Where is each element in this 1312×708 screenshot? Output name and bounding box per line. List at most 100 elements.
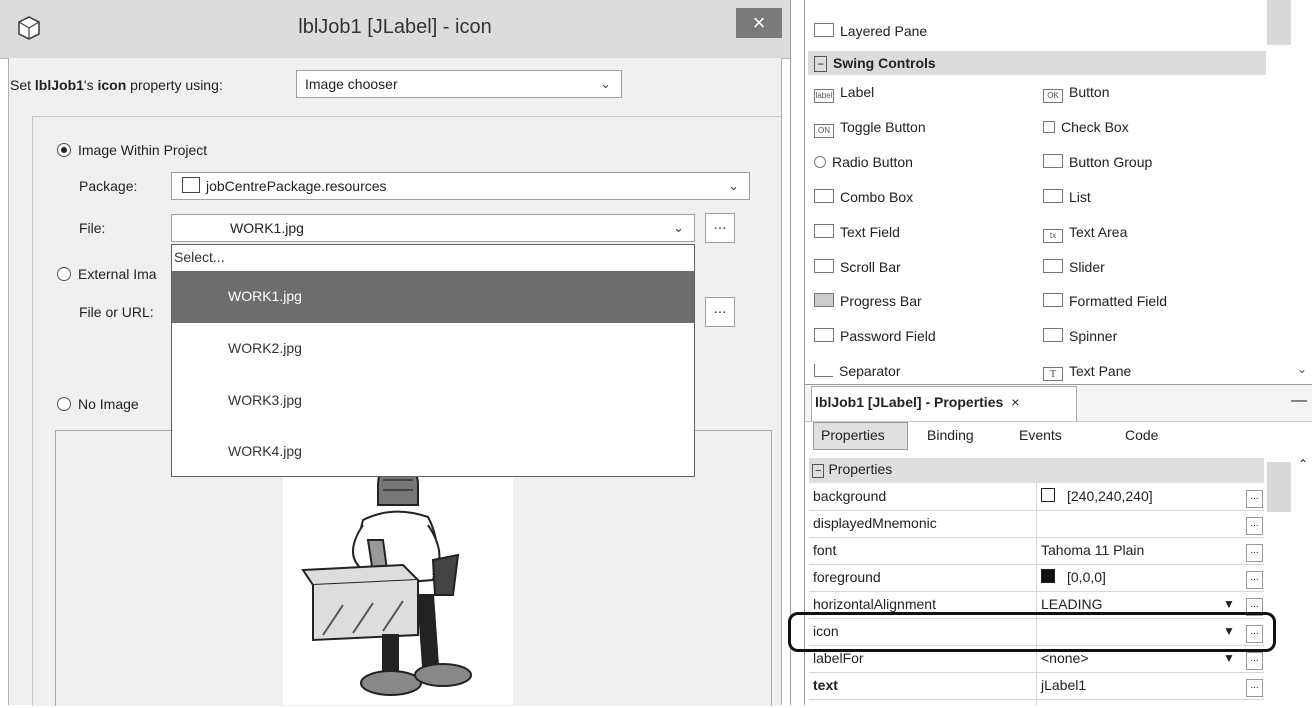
property-value[interactable]: [0,0,0] [1041,569,1106,585]
palette-item-label: Text Field [840,224,900,240]
palette-item-spinner[interactable]: Spinner [1043,328,1117,344]
palette-item-label-component[interactable]: label Label [814,84,874,103]
radio-external-image-label: External Ima [78,266,157,282]
properties-section[interactable]: − Properties [812,461,893,478]
combo-box-icon [814,189,834,203]
palette-item-label: Button [1069,84,1110,100]
caption-suffix: property using: [126,77,223,93]
palette-item-text-area[interactable]: tx Text Area [1043,224,1127,243]
dropdown-option-work3[interactable]: WORK3.jpg [172,375,694,427]
radio-no-image[interactable] [57,397,71,411]
property-row-foreground[interactable]: foreground [0,0,0] ... [809,564,1264,592]
dropdown-option-work1-selected[interactable]: WORK1.jpg [172,271,694,323]
palette-item-label: Separator [839,363,901,379]
property-editor-button[interactable]: ... [1246,490,1263,508]
palette-item-radio-button[interactable]: Radio Button [814,154,913,170]
radio-external-image[interactable] [57,267,71,281]
file-browse-button[interactable]: ... [705,213,735,243]
palette-item-label: Progress Bar [840,293,922,309]
url-browse-button[interactable]: ... [705,297,735,327]
properties-section-label: Properties [828,461,893,477]
palette-item-combo-box[interactable]: Combo Box [814,189,913,205]
radio-no-image-label: No Image [78,396,139,412]
spinner-icon [1043,328,1063,342]
palette-item-label: Combo Box [840,189,914,205]
palette-item-text-pane[interactable]: T Text Pane [1043,363,1131,381]
property-value[interactable]: [240,240,240] [1041,488,1153,504]
dialog-titlebar[interactable]: lblJob1 [JLabel] - icon × [0,0,790,59]
palette-scrollbar-thumb[interactable] [1267,0,1291,45]
dropdown-option-work4[interactable]: WORK4.jpg [172,427,694,477]
separator-icon [814,364,833,377]
file-dropdown-list[interactable]: Select... WORK1.jpg WORK2.jpg WORK3.jpg … [171,244,695,477]
property-value-text: [240,240,240] [1067,488,1153,504]
property-value[interactable]: Tahoma 11 Plain [1041,542,1144,558]
palette-item-text-field[interactable]: Text Field [814,224,900,240]
caption-mid: 's [83,77,98,93]
tab-properties-label: Properties [821,427,885,443]
tab-events[interactable]: Events [1019,427,1062,443]
dialog-title: lblJob1 [JLabel] - icon [298,16,492,38]
dropdown-arrow-icon[interactable]: ▼ [1223,597,1235,611]
palette-item-toggle-button[interactable]: ON Toggle Button [814,119,926,138]
checkbox-icon [1043,121,1055,133]
palette-item-formatted-field[interactable]: Formatted Field [1043,293,1167,309]
property-editor-button[interactable]: ... [1246,544,1263,562]
palette-item-layered-pane[interactable]: Layered Pane [814,23,927,39]
palette-item-label: Spinner [1069,328,1118,344]
dropdown-arrow-icon[interactable]: ▼ [1223,651,1235,665]
tab-code[interactable]: Code [1125,427,1158,443]
properties-scrollbar-thumb[interactable] [1267,462,1291,512]
package-folder-icon [182,177,200,193]
package-select[interactable]: jobCentrePackage.resources ⌄ [171,172,750,200]
dropdown-option-select[interactable]: Select... [172,249,696,271]
palette-item-list[interactable]: List [1043,189,1091,205]
label-icon: label [814,89,834,103]
close-tab-icon[interactable]: × [1011,394,1019,410]
chevron-down-icon: ⌄ [673,220,684,235]
property-value[interactable]: <none> [1041,650,1089,666]
password-field-icon [814,328,834,342]
property-value[interactable]: jLabel1 [1041,677,1086,693]
property-editor-button[interactable]: ... [1246,517,1263,535]
close-button[interactable]: × [736,8,782,38]
tab-binding[interactable]: Binding [927,427,974,443]
palette-item-label: Text Area [1069,224,1128,240]
palette-item-button-group[interactable]: Button Group [1043,154,1152,170]
palette-item-progress-bar[interactable]: Progress Bar [814,293,922,309]
dropdown-option-label: WORK1.jpg [228,288,302,304]
property-row-displayedmnemonic[interactable]: displayedMnemonic ... [809,510,1264,538]
color-swatch [1041,569,1055,583]
palette-item-label: Slider [1069,259,1105,275]
palette-item-separator[interactable]: Separator [814,363,900,379]
palette-scroll-down-icon[interactable]: ⌄ [1297,362,1307,376]
property-value[interactable]: LEADING [1041,596,1102,612]
minimize-icon[interactable]: — [1291,392,1307,410]
property-row-text[interactable]: text jLabel1 ... [809,672,1264,700]
radio-image-within-project[interactable] [57,143,71,157]
palette-item-check-box[interactable]: Check Box [1043,119,1129,135]
palette-item-label: Radio Button [832,154,913,170]
palette-item-button[interactable]: OK Button [1043,84,1109,103]
property-editor-button[interactable]: ... [1246,679,1263,697]
properties-window-title: lblJob1 [JLabel] - Properties × [815,394,1019,410]
caption-property: icon [97,77,127,93]
palette-section-swing-controls[interactable]: − Swing Controls [814,55,936,72]
property-editor-button[interactable]: ... [1246,571,1263,589]
file-select[interactable]: WORK1.jpg ⌄ [171,214,695,242]
property-editor-button[interactable]: ... [1246,652,1263,670]
palette-item-slider[interactable]: Slider [1043,259,1105,275]
icon-editor-dialog: lblJob1 [JLabel] - icon × Set lblJob1's … [0,0,791,706]
property-row-background[interactable]: background [240,240,240] ... [809,483,1264,511]
dropdown-option-label: WORK3.jpg [228,392,302,408]
palette-item-label: Check Box [1061,119,1129,135]
dropdown-option-work2[interactable]: WORK2.jpg [172,323,694,375]
property-row-font[interactable]: font Tahoma 11 Plain ... [809,537,1264,565]
editor-method-select[interactable]: Image chooser ⌄ [296,70,622,98]
preview-image [283,445,513,705]
palette-item-scroll-bar[interactable]: Scroll Bar [814,259,901,275]
palette-item-password-field[interactable]: Password Field [814,328,936,344]
editor-method-value: Image chooser [305,76,398,92]
layered-pane-icon [814,23,834,37]
scroll-up-icon[interactable]: ⌃ [1298,457,1308,471]
